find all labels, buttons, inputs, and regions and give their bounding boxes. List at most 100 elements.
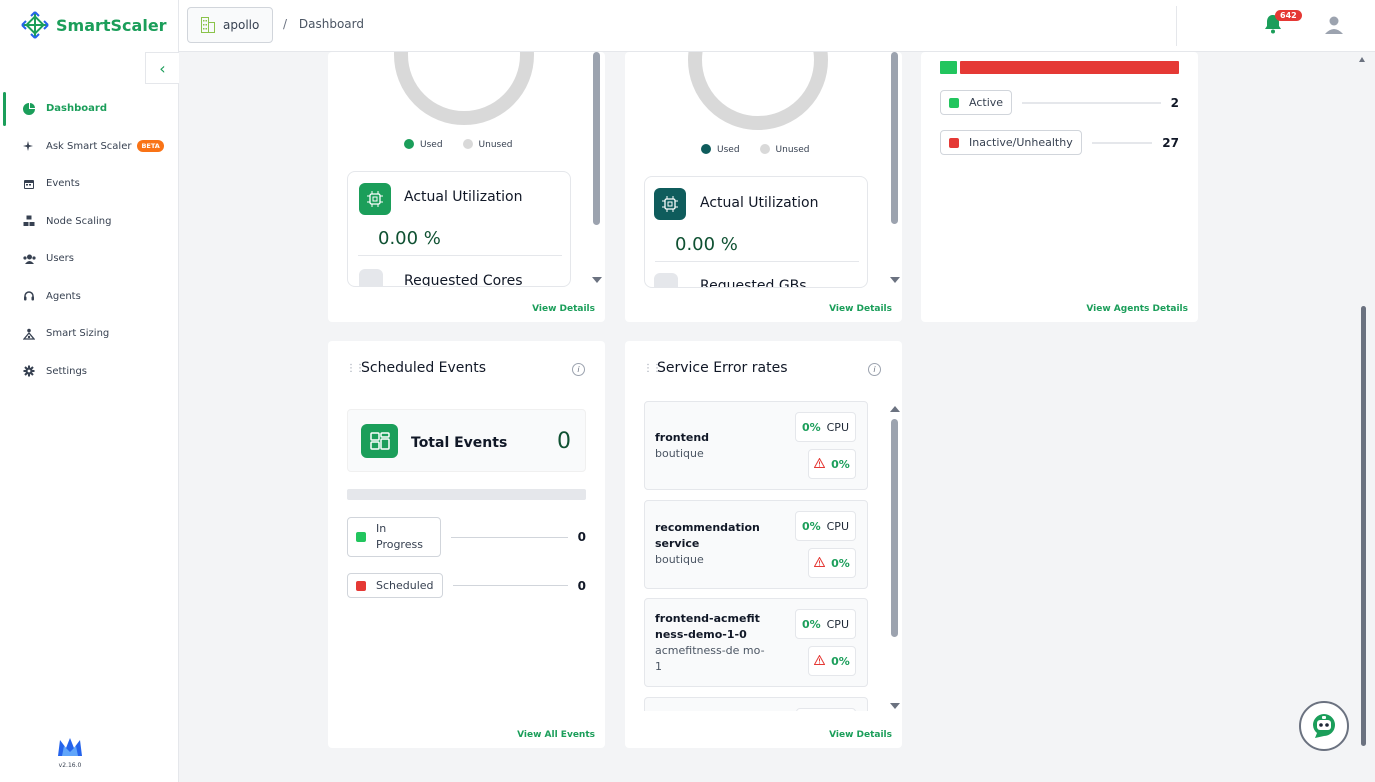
memory-chip-icon [654,188,686,220]
agent-status-active: Active 2 [940,90,1179,115]
cpu-donut-ring [394,52,534,125]
sidebar-item-label: Ask Smart Scaler [46,140,132,152]
status-count: 0 [577,530,586,544]
sidebar-item-users[interactable]: Users [0,240,179,278]
page-scrollbar[interactable] [1361,306,1366,746]
view-agents-details-link[interactable]: View Agents Details [1086,304,1188,314]
users-icon [22,252,36,266]
agents-status-bar [940,61,1179,74]
status-label: Active [969,96,1004,109]
chatbot-button[interactable] [1299,701,1349,751]
collapse-sidebar-button[interactable]: ‹ [145,52,179,84]
view-all-events-link[interactable]: View All Events [517,730,595,740]
service-namespace: boutique [655,553,704,566]
workspace-selector[interactable]: apollo [187,7,273,43]
agents-card: Active 2 Inactive/Unhealthy 27 View Agen… [921,52,1198,322]
smart-sizing-icon [22,327,36,341]
legend-used: Used [404,139,443,150]
version-text: v2.16.0 [58,762,82,769]
gear-icon [22,364,36,378]
status-pill: In Progress [347,517,441,557]
headset-icon [22,289,36,303]
legend-unused: Unused [462,139,512,150]
card-title: Service Error rates [657,360,788,376]
sidebar-item-smart-sizing[interactable]: Smart Sizing [0,315,179,353]
memory-view-details-link[interactable]: View Details [829,304,892,314]
scheduled-square-icon [356,580,366,591]
cpu-card-scrollbar[interactable] [593,52,600,225]
breadcrumb-current: Dashboard [298,17,364,31]
sidebar-item-settings[interactable]: Settings [0,353,179,391]
service-name: recommendation service [655,521,760,550]
events-grid-icon [361,424,398,458]
pie-chart-icon [22,102,36,116]
error-rate-pill: 0% [808,449,856,479]
sidebar-nav: Dashboard Ask Smart Scaler BETA Events N… [0,90,179,390]
service-name: frontend-acmefit ness-demo-1-0 [655,612,760,641]
warning-icon [813,456,826,471]
cpu-view-details-link[interactable]: View Details [532,304,595,314]
sidebar-item-label: Dashboard [46,103,107,115]
sidebar-item-label: Agents [46,290,81,302]
breadcrumb: / Dashboard [283,17,364,31]
calendar-icon [22,177,36,191]
crown-logo-icon [58,738,82,756]
status-pill: Inactive/Unhealthy [940,130,1082,155]
cpu-rate-pill: 0% CPU [794,609,856,639]
status-label: In Progress [376,522,423,551]
memory-util-value: 0.00 % [675,234,738,255]
cpu-donut-chart [394,52,534,125]
sparkle-icon [22,139,36,153]
memory-donut-ring [688,52,828,130]
service-item[interactable]: recommendation service boutique 0% CPU 0% [644,500,868,589]
scroll-down-icon[interactable] [890,277,900,283]
divider [655,261,859,262]
sidebar-item-label: Smart Sizing [46,328,110,340]
legend-used: Used [701,144,740,155]
info-icon[interactable]: i [868,363,881,376]
total-events-box: Total Events 0 [347,409,586,472]
status-count: 2 [1170,95,1179,110]
cpu-util-title: Actual Utilization [404,189,523,205]
agents-bar-segment [959,61,1179,74]
memory-next-title: Requested GBs [700,278,807,288]
app-logo[interactable]: SmartScaler [20,10,167,40]
scheduled-events-card: ⋮⋮ Scheduled Events i Total Events 0 In P… [328,341,605,748]
warning-icon [813,555,826,570]
service-item[interactable]: frontend-acmefit ness-demo-1-0 acmefitne… [644,598,868,687]
legend-unused: Unused [759,144,809,155]
status-count: 0 [577,578,586,593]
services-scrollbar[interactable] [891,419,898,637]
agents-bar-segment [940,61,957,74]
status-line [1022,101,1161,104]
sidebar-item-ask-smart-scaler[interactable]: Ask Smart Scaler BETA [0,128,179,166]
sidebar-item-label: Node Scaling [46,215,112,227]
sidebar-item-node-scaling[interactable]: Node Scaling [0,203,179,241]
service-namespace: boutique [655,447,704,460]
scroll-up-icon[interactable] [890,406,900,412]
cpu-card: Used Unused Actual Utilization 0.00 % Re… [328,52,605,322]
sidebar-item-dashboard[interactable]: Dashboard [0,90,179,128]
cores-chip-icon [359,269,383,286]
memory-legend: Used Unused [701,144,809,155]
status-pill: Scheduled [347,573,443,598]
scroll-down-icon[interactable] [890,703,900,709]
user-avatar-icon [1325,16,1343,34]
agent-status-inactive: Inactive/Unhealthy 27 [940,130,1179,155]
sidebar-item-agents[interactable]: Agents [0,278,179,316]
user-menu-button[interactable] [1324,15,1344,39]
building-icon [201,17,215,33]
service-item[interactable]: frontend boutique 0% CPU 0% [644,401,868,490]
app-name: SmartScaler [56,15,167,35]
info-icon[interactable]: i [572,363,585,376]
memory-card-scrollbar[interactable] [891,52,898,224]
sidebar-item-events[interactable]: Events [0,165,179,203]
status-line [451,536,568,538]
page-scroll-up-icon[interactable] [1359,57,1365,62]
service-error-rates-card: ⋮⋮ Service Error rates i frontend boutiq… [625,341,902,748]
errors-view-details-link[interactable]: View Details [829,730,892,740]
cpu-legend: Used Unused [404,139,512,150]
error-rate-pill: 0% [808,548,856,578]
scroll-down-icon[interactable] [592,277,602,283]
workspace-name: apollo [223,18,260,32]
